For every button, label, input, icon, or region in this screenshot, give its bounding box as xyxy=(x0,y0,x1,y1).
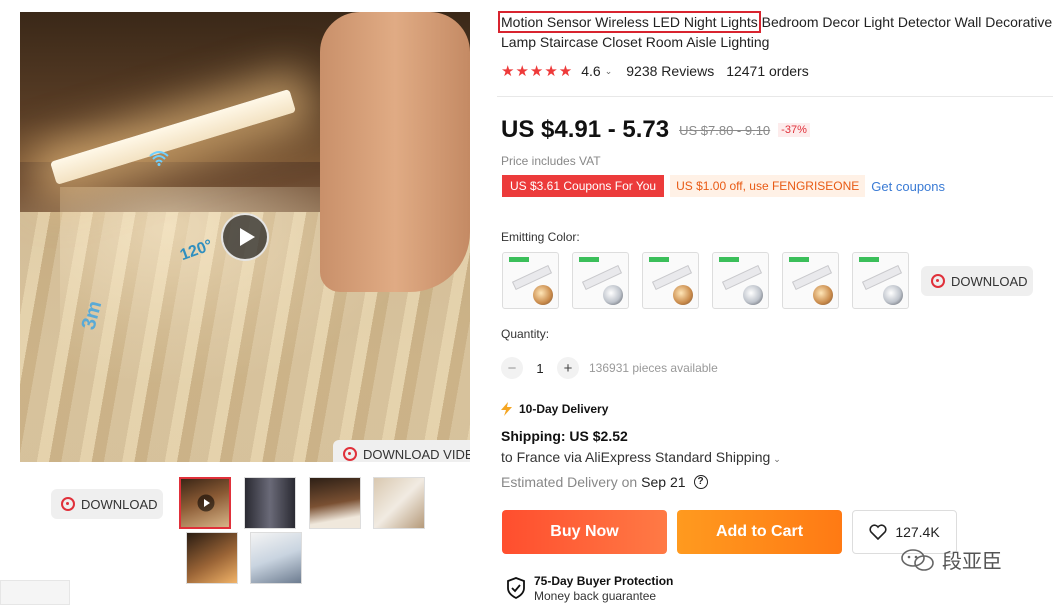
download-images-button[interactable]: DOWNLOAD xyxy=(51,489,163,519)
download-images-label: DOWNLOAD xyxy=(81,496,158,512)
add-to-cart-button[interactable]: Add to Cart xyxy=(677,510,842,554)
quantity-decrease-button[interactable]: − xyxy=(501,357,523,379)
delivery-badge-label: 10-Day Delivery xyxy=(519,402,609,416)
watermark: 段亚臣 xyxy=(900,545,1002,574)
pieces-available: 136931 pieces available xyxy=(589,361,718,375)
thumbnail-6[interactable] xyxy=(250,532,302,584)
thumbnail-4[interactable] xyxy=(373,477,425,529)
divider xyxy=(497,96,1053,97)
rating-row: ★★★★★ 4.6 ⌄ 9238 Reviews 12471 orders xyxy=(501,62,809,80)
estimated-delivery-label: Estimated Delivery on xyxy=(501,474,638,490)
estimated-delivery: Estimated Delivery on Sep 21 ? xyxy=(501,474,708,490)
vat-note: Price includes VAT xyxy=(501,154,601,168)
download-variants-label: DOWNLOAD xyxy=(951,273,1028,289)
floating-widget[interactable] xyxy=(0,580,70,605)
quantity-label: Quantity: xyxy=(501,327,550,341)
delivery-badge: 10-Day Delivery xyxy=(499,402,608,416)
play-icon xyxy=(240,228,255,246)
chevron-down-icon: ⌄ xyxy=(773,454,781,464)
download-video-label: DOWNLOAD VIDEO xyxy=(363,446,470,462)
thumbnail-5[interactable] xyxy=(186,532,238,584)
play-icon xyxy=(197,494,215,512)
product-main-image[interactable]: 120° 3m DOWNLOAD VIDEO xyxy=(20,12,470,462)
wechat-icon xyxy=(901,548,934,571)
product-title: Motion Sensor Wireless LED Night Lights … xyxy=(498,11,1053,52)
fast-delivery-icon xyxy=(501,402,512,416)
heart-icon xyxy=(869,524,887,540)
quantity-increase-button[interactable]: + xyxy=(557,357,579,379)
shield-check-icon xyxy=(507,577,525,599)
thumbnail-3[interactable] xyxy=(309,477,361,529)
play-video-button[interactable] xyxy=(221,213,269,261)
download-icon xyxy=(61,497,75,511)
variant-swatch-6[interactable] xyxy=(852,252,909,309)
shipping-cost: Shipping: US $2.52 xyxy=(501,428,628,444)
download-video-button[interactable]: DOWNLOAD VIDEO xyxy=(333,440,470,462)
rating-value[interactable]: 4.6 xyxy=(581,63,600,79)
discount-badge: -37% xyxy=(778,123,810,137)
estimated-delivery-date: Sep 21 xyxy=(641,474,686,490)
original-price: US $7.80 - 9.10 xyxy=(679,122,771,138)
chevron-down-icon[interactable]: ⌄ xyxy=(605,66,613,77)
foot-graphic xyxy=(320,12,470,292)
reviews-count[interactable]: 9238 Reviews xyxy=(626,63,714,79)
buyer-protection-subtitle: Money back guarantee xyxy=(534,589,657,603)
coupon-code[interactable]: US $1.00 off, use FENGRISEONE xyxy=(670,175,866,197)
star-rating-icon: ★★★★★ xyxy=(501,63,574,80)
product-title-highlight: Motion Sensor Wireless LED Night Lights xyxy=(498,11,761,33)
variant-swatch-3[interactable] xyxy=(642,252,699,309)
buyer-protection: 75-Day Buyer Protection Money back guara… xyxy=(506,574,673,604)
get-coupons-link[interactable]: Get coupons xyxy=(871,179,945,194)
variant-swatch-5[interactable] xyxy=(782,252,839,309)
download-icon xyxy=(343,447,357,461)
download-variants-button[interactable]: DOWNLOAD xyxy=(921,266,1033,296)
help-icon[interactable]: ? xyxy=(693,475,708,489)
quantity-input[interactable]: 1 xyxy=(523,361,557,376)
emitting-color-label: Emitting Color: xyxy=(501,230,580,244)
watermark-text: 段亚臣 xyxy=(942,551,1002,573)
thumbnail-1[interactable] xyxy=(179,477,231,529)
thumbnail-2[interactable] xyxy=(244,477,296,529)
buyer-protection-title: 75-Day Buyer Protection xyxy=(534,574,674,588)
quantity-stepper: − 1 + 136931 pieces available xyxy=(501,356,718,380)
variant-swatch-2[interactable] xyxy=(572,252,629,309)
coupon-row: US $3.61 Coupons For You US $1.00 off, u… xyxy=(502,175,945,197)
coupon-store[interactable]: US $3.61 Coupons For You xyxy=(502,175,665,197)
shipping-route[interactable]: to France via AliExpress Standard Shippi… xyxy=(501,449,781,465)
current-price: US $4.91 - 5.73 xyxy=(501,116,670,143)
wishlist-count: 127.4K xyxy=(895,524,940,540)
download-icon xyxy=(931,274,945,288)
variant-swatch-1[interactable] xyxy=(502,252,559,309)
shipping-route-label: to France via AliExpress Standard Shippi… xyxy=(501,449,771,465)
variant-swatch-4[interactable] xyxy=(712,252,769,309)
wifi-icon xyxy=(149,151,169,166)
price-row: US $4.91 - 5.73 US $7.80 - 9.10 -37% xyxy=(501,116,810,144)
orders-count: 12471 orders xyxy=(726,63,809,79)
buy-now-button[interactable]: Buy Now xyxy=(502,510,667,554)
